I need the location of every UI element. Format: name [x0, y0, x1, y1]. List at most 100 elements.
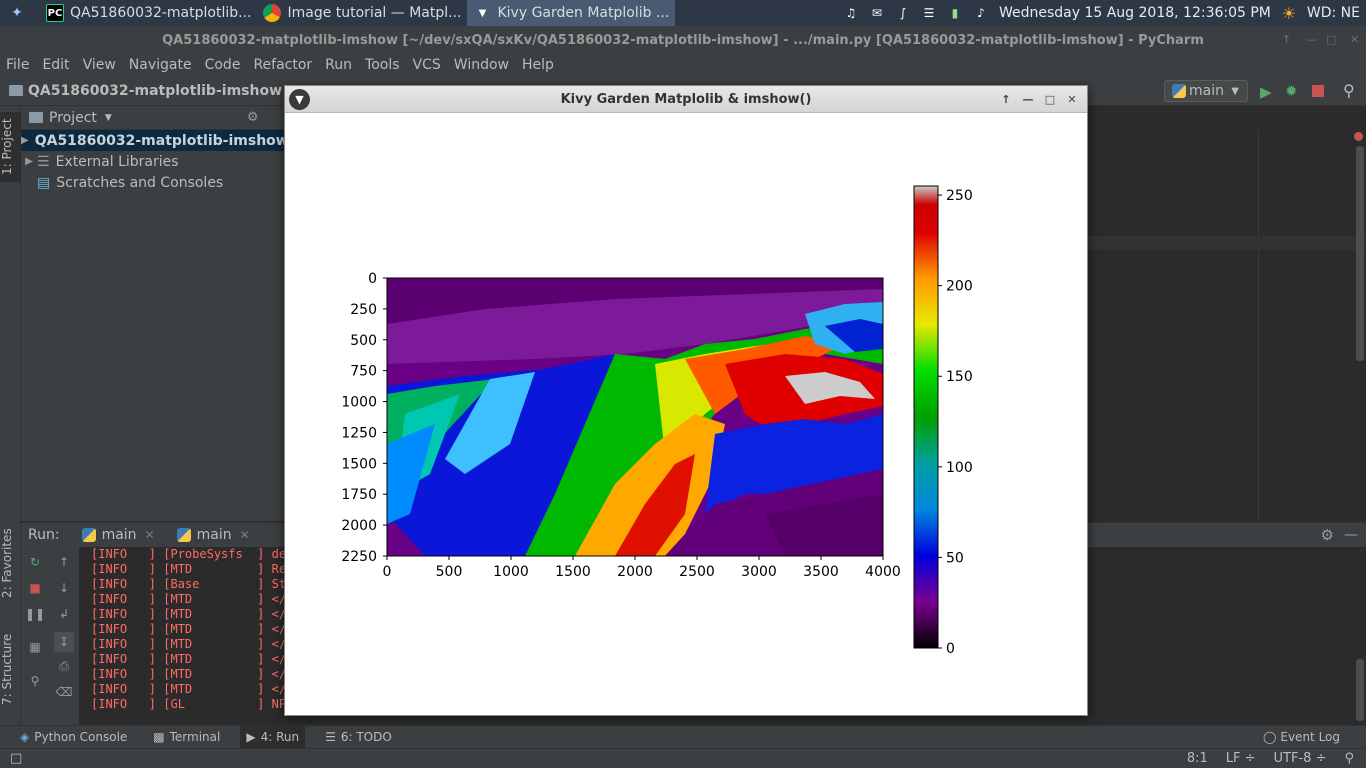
debug-icon[interactable]: ✹	[1285, 82, 1298, 100]
expand-arrow-icon[interactable]: ▶	[21, 156, 37, 167]
pycharm-restore-icon[interactable]: □	[1326, 33, 1336, 46]
menu-refactor[interactable]: Refactor	[253, 57, 312, 73]
clock-datetime[interactable]: Wednesday 15 Aug 2018, 12:36:05 PM	[999, 5, 1271, 21]
tree-item-label: QA51860032-matplotlib-imshow	[34, 132, 289, 149]
taskbar-app-kivy[interactable]: ▼ Kivy Garden Matplolib ...	[467, 0, 676, 26]
menu-window[interactable]: Window	[454, 57, 509, 73]
notification-bell-icon[interactable]: ♫	[843, 6, 859, 20]
console-scrollbar[interactable]	[1356, 659, 1364, 721]
editor-scrollbar[interactable]	[1356, 146, 1364, 361]
error-indicator-icon[interactable]	[1354, 132, 1363, 141]
pin-icon[interactable]: ⚲	[27, 674, 43, 688]
tab-python-console[interactable]: ◈ Python Console	[14, 726, 133, 748]
close-tab-icon[interactable]: ✕	[145, 528, 155, 542]
pause-icon[interactable]: ❚❚	[25, 607, 45, 621]
heatmap-image	[387, 278, 883, 556]
run-config-select[interactable]: main ▼	[1164, 80, 1248, 102]
tab-structure[interactable]: 7: Structure	[0, 626, 21, 712]
taskbar-start-icon[interactable]: ✦	[0, 0, 40, 26]
breadcrumb[interactable]: QA51860032-matplotlib-imshow	[28, 83, 282, 99]
taskbar-app-chrome[interactable]: Image tutorial — Matpl...	[257, 0, 467, 26]
search-icon[interactable]: ⚲	[1343, 81, 1355, 100]
status-bar: □ 8:1 LF ÷ UTF-8 ÷ ⚲	[0, 748, 1366, 768]
kivy-window: ▼ Kivy Garden Matplolib & imshow() ↑ — □…	[284, 85, 1088, 716]
library-icon: ☰	[37, 153, 50, 170]
tab-label: 4: Run	[260, 730, 300, 744]
workspace-label[interactable]: WD: NE	[1307, 5, 1360, 21]
tab-label: Terminal	[169, 730, 221, 744]
scroll-up-icon[interactable]: ↑	[56, 555, 72, 569]
kivy-logo-icon[interactable]: ▼	[289, 89, 310, 110]
volume-icon[interactable]: ♪	[973, 6, 989, 20]
colorbar-tick-label: 50	[946, 550, 964, 566]
scroll-down-icon[interactable]: ↓	[56, 581, 72, 595]
stop-icon[interactable]: ■	[27, 581, 43, 595]
bluetooth-icon[interactable]: ∫	[895, 6, 911, 20]
pycharm-maximize-icon[interactable]: ↑	[1282, 33, 1291, 46]
pycharm-minimize-icon[interactable]: —	[1306, 33, 1317, 46]
scroll-to-end-icon[interactable]: ↧	[54, 632, 74, 652]
run-tab-main-2[interactable]: main ✕	[176, 527, 250, 543]
tree-item-external-libraries[interactable]: ▶ ☰ External Libraries	[21, 151, 286, 172]
menu-help[interactable]: Help	[522, 57, 554, 73]
tab-favorites[interactable]: 2: Favorites	[0, 518, 21, 608]
taskbar-app-pycharm[interactable]: PC QA51860032-matplotlib...	[40, 0, 257, 26]
x-tick-label: 4000	[865, 564, 901, 580]
menu-navigate[interactable]: Navigate	[129, 57, 192, 73]
y-tick-label: 1500	[341, 456, 377, 472]
status-line-separator[interactable]: LF ÷	[1226, 751, 1256, 766]
colorbar-tick-label: 0	[946, 641, 955, 657]
menu-file[interactable]: File	[6, 57, 29, 73]
settings-gear-icon[interactable]: ⚙	[1321, 526, 1334, 544]
battery-icon[interactable]: ▮	[947, 6, 963, 20]
kivy-shade-icon[interactable]: ↑	[997, 90, 1015, 108]
x-tick-label: 500	[436, 564, 463, 580]
lock-icon[interactable]: ⚲	[1344, 751, 1354, 766]
run-tab-main-1[interactable]: main ✕	[81, 527, 155, 543]
tab-run[interactable]: ▶ 4: Run	[240, 726, 306, 748]
y-tick-label: 2250	[341, 549, 377, 565]
stop-icon[interactable]	[1312, 85, 1324, 97]
menu-run[interactable]: Run	[325, 57, 352, 73]
menu-view[interactable]: View	[83, 57, 116, 73]
menu-vcs[interactable]: VCS	[413, 57, 441, 73]
tree-item-scratches[interactable]: ▤ Scratches and Consoles	[21, 172, 286, 193]
kivy-minimize-icon[interactable]: —	[1019, 90, 1037, 108]
status-encoding[interactable]: UTF-8 ÷	[1274, 751, 1327, 766]
x-axis-ticks: 0 500 1000 1500 2000 2500 3000 3500 4000	[383, 556, 901, 580]
run-icon[interactable]: ▶	[1260, 83, 1272, 101]
soft-wrap-icon[interactable]: ↲	[56, 607, 72, 621]
taskbar-app-label: QA51860032-matplotlib...	[70, 5, 252, 21]
tab-project[interactable]: 1: Project	[0, 112, 21, 182]
chevron-down-icon[interactable]: ▼	[105, 113, 112, 123]
pycharm-close-icon[interactable]: ✕	[1350, 33, 1359, 46]
close-tab-icon[interactable]: ✕	[240, 528, 250, 542]
settings-gear-icon[interactable]: ⚙	[247, 110, 259, 125]
menu-tools[interactable]: Tools	[365, 57, 400, 73]
menu-edit[interactable]: Edit	[42, 57, 69, 73]
kivy-maximize-icon[interactable]: □	[1041, 90, 1059, 108]
tree-item-project-root[interactable]: ▶ QA51860032-matplotlib-imshow	[21, 130, 289, 151]
colorbar-ticks: 0 50 100 150 200 250	[938, 188, 973, 657]
trash-icon[interactable]: ⌫	[56, 685, 73, 699]
weather-sun-icon[interactable]: ☀	[1281, 4, 1297, 23]
hide-panel-icon[interactable]: —	[1344, 527, 1358, 543]
project-header-label[interactable]: Project	[49, 110, 97, 126]
tab-terminal[interactable]: ▩ Terminal	[147, 726, 226, 748]
print-icon[interactable]: ⎙	[56, 659, 72, 673]
status-expand-icon[interactable]: □	[10, 751, 22, 766]
tab-todo[interactable]: ☰ 6: TODO	[319, 726, 398, 748]
status-caret-position[interactable]: 8:1	[1187, 751, 1208, 766]
taskbar-app-label: Kivy Garden Matplolib ...	[497, 5, 670, 21]
layout-icon[interactable]: ▦	[27, 640, 43, 654]
mail-icon[interactable]: ✉	[869, 6, 885, 20]
wifi-icon[interactable]: ☰	[921, 6, 937, 20]
system-taskbar: ✦ PC QA51860032-matplotlib... Image tuto…	[0, 0, 1366, 26]
event-log-button[interactable]: ◯ Event Log	[1257, 726, 1346, 748]
kivy-title-bar[interactable]: ▼ Kivy Garden Matplolib & imshow() ↑ — □…	[285, 86, 1087, 113]
menu-code[interactable]: Code	[205, 57, 241, 73]
kivy-close-icon[interactable]: ✕	[1063, 90, 1081, 108]
editor-area[interactable]	[1088, 106, 1366, 521]
expand-arrow-icon[interactable]: ▶	[21, 135, 29, 146]
rerun-icon[interactable]: ↻	[27, 555, 43, 569]
